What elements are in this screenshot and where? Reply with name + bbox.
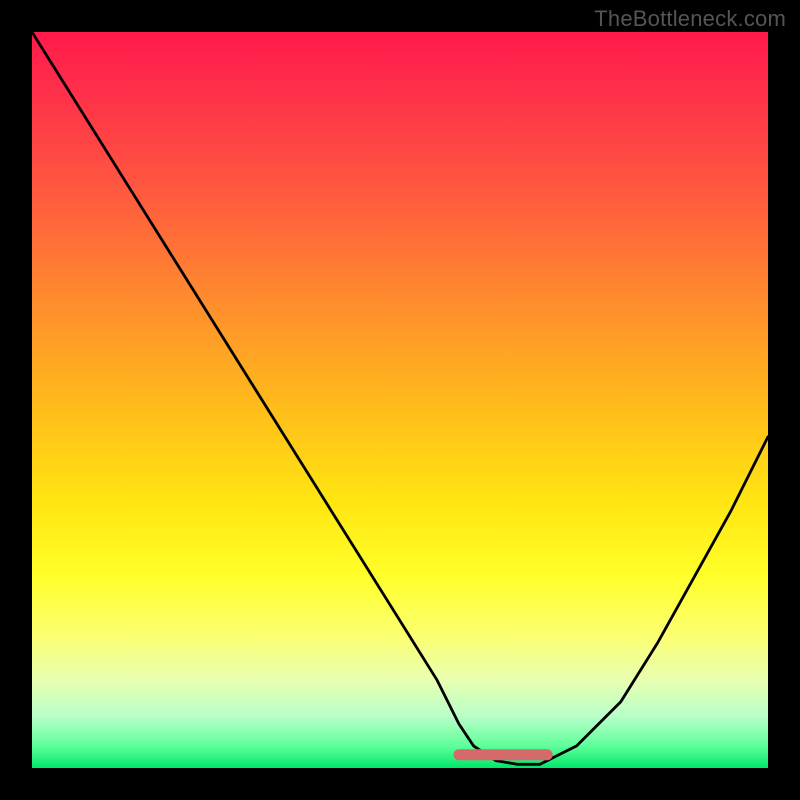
chart-container: TheBottleneck.com	[0, 0, 800, 800]
plot-area	[32, 32, 768, 768]
chart-svg	[32, 32, 768, 768]
bottleneck-curve	[32, 32, 768, 764]
watermark-text: TheBottleneck.com	[594, 6, 786, 32]
